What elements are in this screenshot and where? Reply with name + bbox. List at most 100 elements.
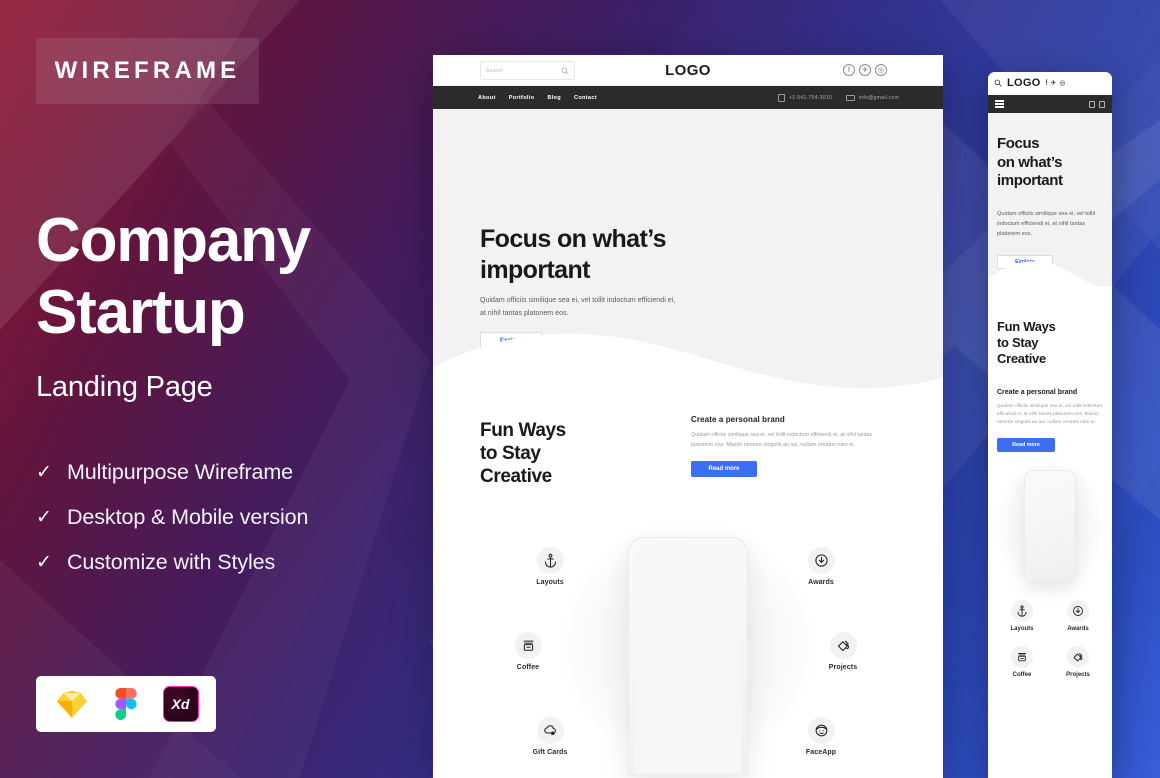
mobile-hero-heading-line-2: on what’s bbox=[997, 153, 1063, 171]
search-icon[interactable] bbox=[994, 79, 1002, 87]
figma-glyph bbox=[115, 688, 137, 720]
feature-icon-gift-cards[interactable]: Gift Cards bbox=[515, 717, 585, 756]
mobile-hero-heading-line-3: important bbox=[997, 172, 1063, 189]
instagram-icon[interactable]: ◎ bbox=[875, 64, 887, 76]
feature-icon-layouts[interactable]: Layouts bbox=[515, 547, 585, 586]
section-heading-line-1: Fun Ways bbox=[480, 420, 566, 441]
app-logos-card: Xd bbox=[36, 676, 216, 732]
facebook-icon[interactable]: f bbox=[843, 64, 855, 76]
desktop-social-links: f ✈ ◎ bbox=[843, 64, 887, 76]
twitter-icon[interactable]: ✈ bbox=[1051, 79, 1057, 87]
check-icon: ✓ bbox=[36, 462, 52, 483]
anchor-icon bbox=[536, 547, 564, 574]
feature-icon-label: Gift Cards bbox=[532, 749, 568, 756]
face-icon bbox=[807, 717, 835, 744]
feature-icon-coffee[interactable]: Coffee bbox=[493, 632, 563, 671]
nav-item-blog[interactable]: Blog bbox=[547, 95, 561, 101]
feature-label: Customize with Styles bbox=[67, 550, 276, 574]
mobile-feature-icon-label: Layouts bbox=[1010, 626, 1034, 632]
left-info-panel: WIREFRAME Company Startup Landing Page ✓… bbox=[0, 0, 433, 778]
desktop-hero: Focus on what’s important Quidam officii… bbox=[433, 109, 943, 409]
list-item: ✓ Desktop & Mobile version bbox=[36, 495, 308, 540]
feature-icon-awards[interactable]: Awards bbox=[786, 547, 856, 586]
section-heading-line-3: Creative bbox=[480, 466, 552, 487]
mobile-topbar: LOGO f ✈ ◎ bbox=[988, 72, 1112, 95]
email-address: info@gmail.com bbox=[858, 94, 899, 101]
mail-icon[interactable] bbox=[1099, 100, 1105, 108]
mobile-feature-icon-awards[interactable]: Awards bbox=[1050, 600, 1106, 632]
phone-icon[interactable] bbox=[1089, 100, 1095, 108]
mobile-hero-heading: Focus on what’s important bbox=[997, 135, 1063, 191]
anchor-glyph bbox=[544, 553, 556, 568]
section-heading-line-2: to Stay bbox=[480, 443, 541, 464]
mobile-phone-showcase bbox=[988, 460, 1112, 594]
mobile-nav-actions bbox=[1089, 100, 1105, 108]
mobile-section-heading: Fun Ways to Stay Creative bbox=[997, 319, 1103, 367]
feature-label: Multipurpose Wireframe bbox=[67, 460, 294, 484]
adobe-xd-logo-icon: Xd bbox=[162, 685, 200, 723]
mail-icon bbox=[845, 94, 855, 101]
mobile-feature-icon-layouts[interactable]: Layouts bbox=[994, 600, 1050, 632]
coffee-glyph bbox=[523, 640, 533, 651]
feature-icon-projects[interactable]: Projects bbox=[808, 632, 878, 671]
phone-contact[interactable]: +1-541-754-3010 bbox=[777, 93, 832, 102]
paint-glyph bbox=[837, 640, 849, 652]
nav-item-contact[interactable]: Contact bbox=[574, 95, 597, 101]
desktop-nav-links: About Portfolio Blog Contact bbox=[478, 95, 597, 101]
gift-card-icon bbox=[536, 717, 564, 744]
mobile-section-creative: Fun Ways to Stay Creative Create a perso… bbox=[988, 303, 1112, 452]
mobile-mockup: LOGO f ✈ ◎ Focus on what’s important Qui… bbox=[988, 72, 1112, 778]
hamburger-menu-icon[interactable] bbox=[995, 100, 1004, 108]
nav-item-portfolio[interactable]: Portfolio bbox=[509, 95, 535, 101]
desktop-navbar: About Portfolio Blog Contact +1-541-754-… bbox=[433, 86, 943, 109]
feature-icon-faceapp[interactable]: FaceApp bbox=[786, 717, 856, 756]
mobile-card-paragraph: Quidam officiis similique sea ei, vel to… bbox=[997, 404, 1102, 425]
hero-heading-line-2: important bbox=[480, 256, 590, 284]
paint-icon bbox=[1067, 646, 1089, 668]
mobile-feature-icon-label: Coffee bbox=[1012, 672, 1032, 678]
mobile-logo[interactable]: LOGO bbox=[1007, 77, 1041, 89]
email-contact[interactable]: info@gmail.com bbox=[845, 94, 899, 101]
phone-device-mockup bbox=[628, 537, 748, 775]
facebook-icon[interactable]: f bbox=[1046, 80, 1048, 87]
read-more-button[interactable]: Read more bbox=[691, 461, 757, 477]
figma-logo-icon bbox=[107, 685, 145, 723]
gift-card-glyph bbox=[543, 725, 556, 735]
mobile-hero-paragraph: Quidam officiis similique sea ei, vel to… bbox=[997, 211, 1096, 237]
sketch-glyph bbox=[56, 690, 87, 718]
desktop-contact-info: +1-541-754-3010 info@gmail.com bbox=[777, 93, 899, 102]
list-item: ✓ Customize with Styles bbox=[36, 540, 308, 585]
check-icon: ✓ bbox=[36, 507, 52, 528]
page-title-line-1: Company bbox=[36, 206, 311, 275]
twitter-icon[interactable]: ✈ bbox=[859, 64, 871, 76]
desktop-mockup: Search LOGO f ✈ ◎ About Portfolio Blog C… bbox=[433, 55, 943, 778]
mobile-hero: Focus on what’s important Quidam officii… bbox=[988, 113, 1112, 303]
hero-heading-line-1: Focus on what’s bbox=[480, 225, 667, 253]
coffee-icon bbox=[514, 632, 542, 659]
mobile-section-heading-line-3: Creative bbox=[997, 351, 1046, 366]
anchor-icon bbox=[1011, 600, 1033, 622]
hero-heading: Focus on what’s important bbox=[480, 224, 667, 286]
feature-list: ✓ Multipurpose Wireframe ✓ Desktop & Mob… bbox=[36, 450, 308, 585]
mobile-navbar bbox=[988, 95, 1112, 113]
face-glyph bbox=[815, 724, 827, 737]
personal-brand-card: Create a personal brand Quidam officiis … bbox=[691, 415, 881, 477]
mobile-feature-icon-projects[interactable]: Projects bbox=[1050, 646, 1106, 678]
nav-item-about[interactable]: About bbox=[478, 95, 496, 101]
desktop-topbar: Search LOGO f ✈ ◎ bbox=[433, 55, 943, 86]
mobile-feature-icon-label: Projects bbox=[1066, 672, 1090, 678]
poster-canvas: WIREFRAME Company Startup Landing Page ✓… bbox=[0, 0, 1160, 778]
mobile-hero-heading-line-1: Focus bbox=[997, 135, 1040, 152]
section-heading: Fun Ways to Stay Creative bbox=[480, 419, 566, 488]
mobile-feature-icon-coffee[interactable]: Coffee bbox=[994, 646, 1050, 678]
paint-glyph bbox=[1073, 653, 1083, 662]
page-title-line-2: Startup bbox=[36, 278, 246, 347]
instagram-icon[interactable]: ◎ bbox=[1059, 79, 1065, 87]
sketch-logo-icon bbox=[53, 685, 91, 723]
mobile-hero-wave-divider bbox=[988, 261, 1112, 303]
feature-icon-label: Coffee bbox=[516, 664, 540, 671]
mobile-section-heading-line-1: Fun Ways bbox=[997, 319, 1056, 334]
feature-icon-label: Awards bbox=[808, 579, 834, 586]
feature-label: Desktop & Mobile version bbox=[67, 505, 309, 529]
mobile-read-more-button[interactable]: Read more bbox=[997, 438, 1055, 452]
